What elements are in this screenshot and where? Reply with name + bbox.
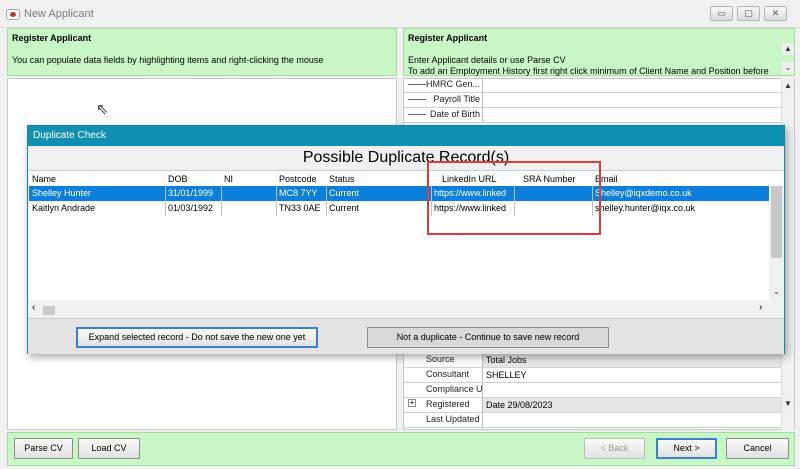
annotation-highlight-box bbox=[427, 161, 601, 235]
scroll-up-icon[interactable]: ▲ bbox=[782, 80, 794, 92]
cell-name: Kaitlyn Andrade bbox=[32, 203, 96, 213]
field-label: Date of Birth bbox=[429, 109, 480, 119]
column-divider bbox=[165, 186, 166, 216]
scroll-up-icon[interactable]: ▲ bbox=[782, 43, 794, 55]
right-panel-title: Register Applicant bbox=[408, 33, 488, 43]
scrollbar-thumb[interactable] bbox=[771, 186, 782, 258]
field-row-source[interactable]: Source Total Jobs bbox=[404, 353, 781, 368]
field-label: Compliance U... bbox=[426, 384, 482, 394]
scroll-left-icon[interactable]: ‹ bbox=[32, 302, 35, 313]
dialog-button-bar: Expand selected record - Do not save the… bbox=[28, 318, 784, 354]
cell-name: Shelley Hunter bbox=[32, 188, 92, 198]
maximize-button[interactable]: ▢ bbox=[737, 6, 760, 21]
table-row[interactable]: Shelley Hunter 31/01/1999 MC8 7YY Curren… bbox=[29, 186, 770, 201]
cell-postcode: MC8 7YY bbox=[279, 188, 318, 198]
expand-selected-record-button[interactable]: Expand selected record - Do not save the… bbox=[76, 327, 318, 348]
dialog-title: Duplicate Check bbox=[33, 130, 106, 141]
field-value[interactable]: Total Jobs bbox=[482, 353, 781, 367]
column-header-ni[interactable]: NI bbox=[224, 172, 233, 186]
field-row-consultant[interactable]: Consultant SHELLEY bbox=[404, 368, 781, 383]
window-titlebar: New Applicant ▭ ▢ ✕ bbox=[0, 0, 800, 28]
field-label: Consultant bbox=[426, 369, 470, 379]
right-panel-header: Register Applicant Enter Applicant detai… bbox=[403, 28, 795, 76]
dialog-heading: Possible Duplicate Record(s) bbox=[302, 149, 510, 166]
load-cv-button[interactable]: Load CV bbox=[78, 438, 140, 459]
scrollbar-thumb[interactable] bbox=[43, 306, 55, 315]
field-value[interactable] bbox=[482, 413, 781, 427]
field-value[interactable]: Date 29/08/2023 bbox=[482, 398, 781, 412]
column-divider bbox=[276, 186, 277, 216]
cancel-button[interactable]: Cancel bbox=[726, 438, 789, 459]
field-label: Payroll Title bbox=[433, 94, 480, 104]
left-panel-header: Register Applicant You can populate data… bbox=[7, 28, 397, 76]
chevron-down-icon[interactable]: ⌄ bbox=[782, 62, 794, 74]
field-label: HMRC Gen... bbox=[425, 79, 480, 89]
column-header-status[interactable]: Status bbox=[329, 172, 355, 186]
field-value[interactable] bbox=[482, 93, 781, 107]
field-row-registered[interactable]: Registered Date 29/08/2023 bbox=[404, 398, 781, 413]
next-button[interactable]: Next > bbox=[656, 438, 717, 459]
scroll-down-icon[interactable]: ▼ bbox=[782, 398, 794, 410]
scroll-right-icon[interactable]: › bbox=[759, 302, 762, 313]
field-value[interactable]: SHELLEY bbox=[482, 368, 781, 382]
wizard-button-bar: Parse CV Load CV < Back Next > Cancel bbox=[7, 432, 795, 466]
duplicate-check-dialog: Duplicate Check Possible Duplicate Recor… bbox=[27, 125, 785, 354]
column-header-name[interactable]: Name bbox=[32, 172, 56, 186]
expand-toggle-icon[interactable]: + bbox=[408, 399, 416, 407]
close-button[interactable]: ✕ bbox=[764, 6, 787, 21]
back-button[interactable]: < Back bbox=[584, 438, 645, 459]
field-label: Registered bbox=[426, 399, 470, 409]
field-row-last-updated[interactable]: Last Updated bbox=[404, 413, 781, 428]
cell-dob: 01/03/1992 bbox=[168, 203, 214, 213]
field-row-hmrc-gender[interactable]: HMRC Gen... bbox=[404, 78, 781, 93]
scroll-down-icon[interactable]: ⌄ bbox=[770, 286, 783, 298]
cell-postcode: TN33 0AE bbox=[279, 203, 321, 213]
not-duplicate-button[interactable]: Not a duplicate - Continue to save new r… bbox=[367, 327, 609, 348]
grid-horizontal-scrollbar[interactable]: ‹ › bbox=[29, 301, 784, 316]
cell-email: shelley.hunter@iqx.co.uk bbox=[595, 203, 696, 213]
field-value[interactable] bbox=[482, 78, 781, 92]
field-row-compliance[interactable]: Compliance U... bbox=[404, 383, 781, 398]
cell-email: Shelley@iqxdemo.co.uk bbox=[595, 188, 692, 198]
mouse-cursor-icon: ⇖ bbox=[96, 101, 109, 118]
window-title: New Applicant bbox=[24, 8, 94, 20]
table-row[interactable]: Kaitlyn Andrade 01/03/1992 TN33 0AE Curr… bbox=[29, 201, 770, 216]
field-value[interactable] bbox=[482, 383, 781, 397]
field-row-payroll-title[interactable]: Payroll Title bbox=[404, 93, 781, 108]
left-panel-title: Register Applicant bbox=[12, 33, 92, 43]
column-divider bbox=[221, 186, 222, 216]
minimize-button[interactable]: ▭ bbox=[710, 6, 733, 21]
field-label: Source bbox=[426, 354, 455, 364]
field-label: Last Updated bbox=[426, 414, 480, 424]
cell-status: Current bbox=[329, 203, 360, 213]
field-value[interactable] bbox=[482, 108, 781, 122]
column-header-dob[interactable]: DOB bbox=[168, 172, 188, 186]
left-panel-hint: You can populate data fields by highligh… bbox=[12, 55, 324, 65]
cell-status: Current bbox=[329, 188, 360, 198]
duplicate-records-grid: Name DOB NI Postcode Status LinkedIn URL… bbox=[29, 170, 784, 301]
cell-dob: 31/01/1999 bbox=[168, 188, 214, 198]
dialog-titlebar: Duplicate Check bbox=[28, 126, 784, 146]
app-icon bbox=[6, 9, 20, 20]
field-row-date-of-birth[interactable]: Date of Birth bbox=[404, 108, 781, 123]
parse-cv-button[interactable]: Parse CV bbox=[14, 438, 73, 459]
right-panel-description: Enter Applicant details or use Parse CV bbox=[408, 55, 566, 65]
right-panel-instruction: To add an Employment History first right… bbox=[408, 66, 769, 76]
column-divider bbox=[326, 186, 327, 216]
column-header-postcode[interactable]: Postcode bbox=[279, 172, 317, 186]
